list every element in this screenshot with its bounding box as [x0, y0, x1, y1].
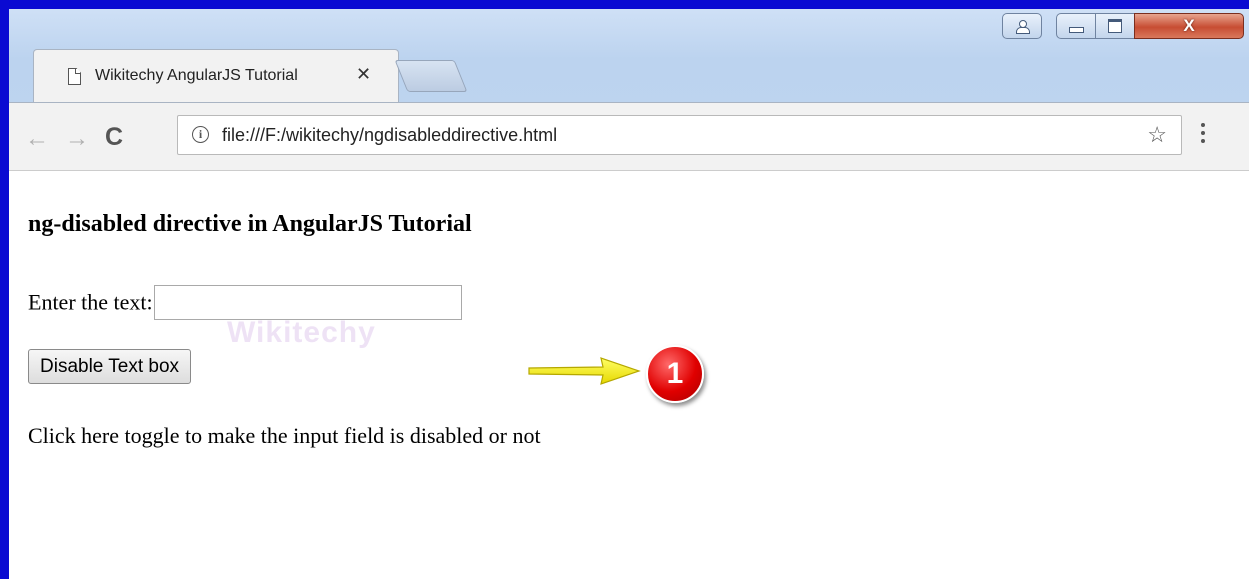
close-icon: X: [1183, 16, 1195, 35]
new-tab-button[interactable]: [394, 60, 468, 92]
disable-text-box-button[interactable]: Disable Text box: [28, 349, 192, 384]
minimize-button[interactable]: [1056, 13, 1096, 39]
back-arrow-icon[interactable]: ←: [25, 127, 49, 151]
input-row: Enter the text:: [28, 285, 462, 320]
address-bar[interactable]: i file:///F:/wikitechy/ngdisableddirecti…: [177, 115, 1182, 155]
page-icon: [68, 68, 81, 85]
user-icon: [1016, 19, 1030, 34]
page-content: ng-disabled directive in AngularJS Tutor…: [9, 170, 1249, 579]
tab-title: Wikitechy AngularJS Tutorial: [95, 67, 298, 84]
url-text[interactable]: file:///F:/wikitechy/ngdisableddirective…: [222, 125, 557, 146]
maximize-button[interactable]: [1095, 13, 1135, 39]
more-menu-icon[interactable]: [1201, 123, 1207, 147]
annotation-arrow-icon: [528, 357, 641, 385]
text-input[interactable]: [153, 285, 462, 320]
user-profile-button[interactable]: [1002, 13, 1042, 39]
step-marker-badge: 1: [646, 345, 704, 403]
minimize-icon: [1068, 27, 1084, 33]
info-icon[interactable]: i: [192, 126, 209, 143]
watermark-logo: Wikitechy: [227, 316, 376, 349]
browser-window: X Wikitechy AngularJS Tutorial ✕ ← → C i…: [9, 9, 1249, 579]
tab-close-icon[interactable]: ✕: [356, 64, 371, 85]
close-window-button[interactable]: X: [1134, 13, 1244, 39]
tab-active[interactable]: Wikitechy AngularJS Tutorial ✕: [33, 49, 399, 102]
browser-toolbar: ← → C i file:///F:/wikitechy/ngdisabledd…: [9, 102, 1249, 170]
page-title: ng-disabled directive in AngularJS Tutor…: [28, 211, 472, 237]
reload-icon[interactable]: C: [105, 125, 123, 150]
input-label: Enter the text:: [28, 289, 153, 315]
forward-arrow-icon[interactable]: →: [65, 127, 89, 151]
instruction-text: Click here toggle to make the input fiel…: [28, 423, 541, 448]
maximize-icon: [1108, 19, 1122, 33]
bookmark-star-icon[interactable]: ☆: [1147, 122, 1167, 148]
